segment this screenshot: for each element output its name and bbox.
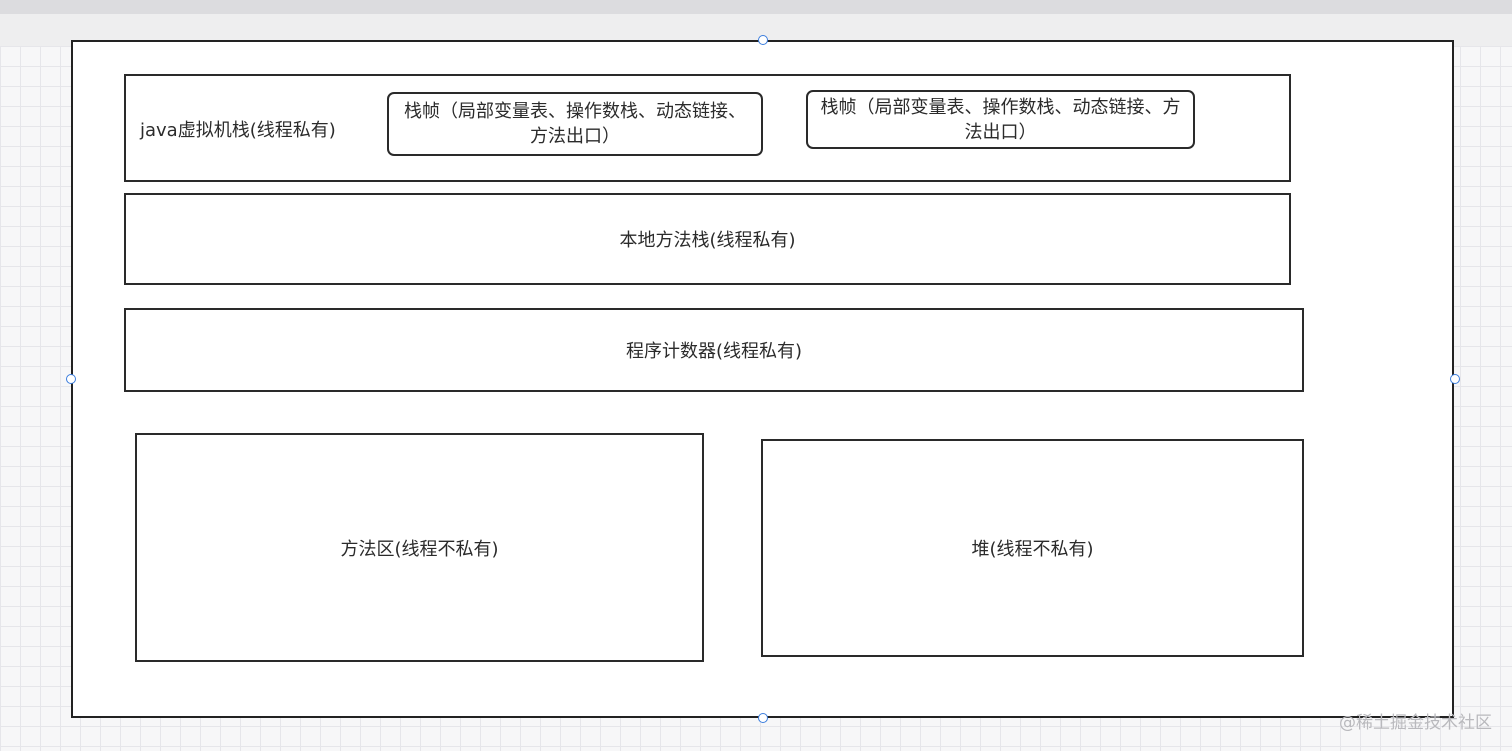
stack-frame-1[interactable]: 栈帧（局部变量表、操作数栈、动态链接、方法出口） [387, 92, 763, 156]
stack-frame-2-label: 栈帧（局部变量表、操作数栈、动态链接、方法出口） [820, 96, 1181, 143]
heap-label: 堆(线程不私有) [971, 539, 1094, 560]
native-method-stack-box[interactable]: 本地方法栈(线程私有) [124, 193, 1291, 285]
method-area-box[interactable]: 方法区(线程不私有) [135, 433, 704, 662]
resize-handle-left[interactable] [66, 374, 76, 384]
watermark: @稀土掘金技术社区 [1339, 713, 1492, 733]
native-method-stack-label: 本地方法栈(线程私有) [619, 230, 796, 251]
stack-frame-2[interactable]: 栈帧（局部变量表、操作数栈、动态链接、方法出口） [806, 90, 1195, 149]
method-area-label: 方法区(线程不私有) [340, 538, 499, 560]
program-counter-label: 程序计数器(线程私有) [625, 341, 803, 362]
program-counter-box[interactable]: 程序计数器(线程私有) [124, 308, 1304, 392]
heap-box[interactable]: 堆(线程不私有) [761, 439, 1304, 657]
resize-handle-bottom[interactable] [758, 713, 768, 723]
resize-handle-top[interactable] [758, 35, 768, 45]
resize-handle-right[interactable] [1450, 374, 1460, 384]
canvas-top-bar [0, 0, 1512, 14]
jvm-stack-label: java虚拟机栈(线程私有) [140, 120, 336, 141]
stack-frame-1-label: 栈帧（局部变量表、操作数栈、动态链接、方法出口） [404, 101, 746, 147]
